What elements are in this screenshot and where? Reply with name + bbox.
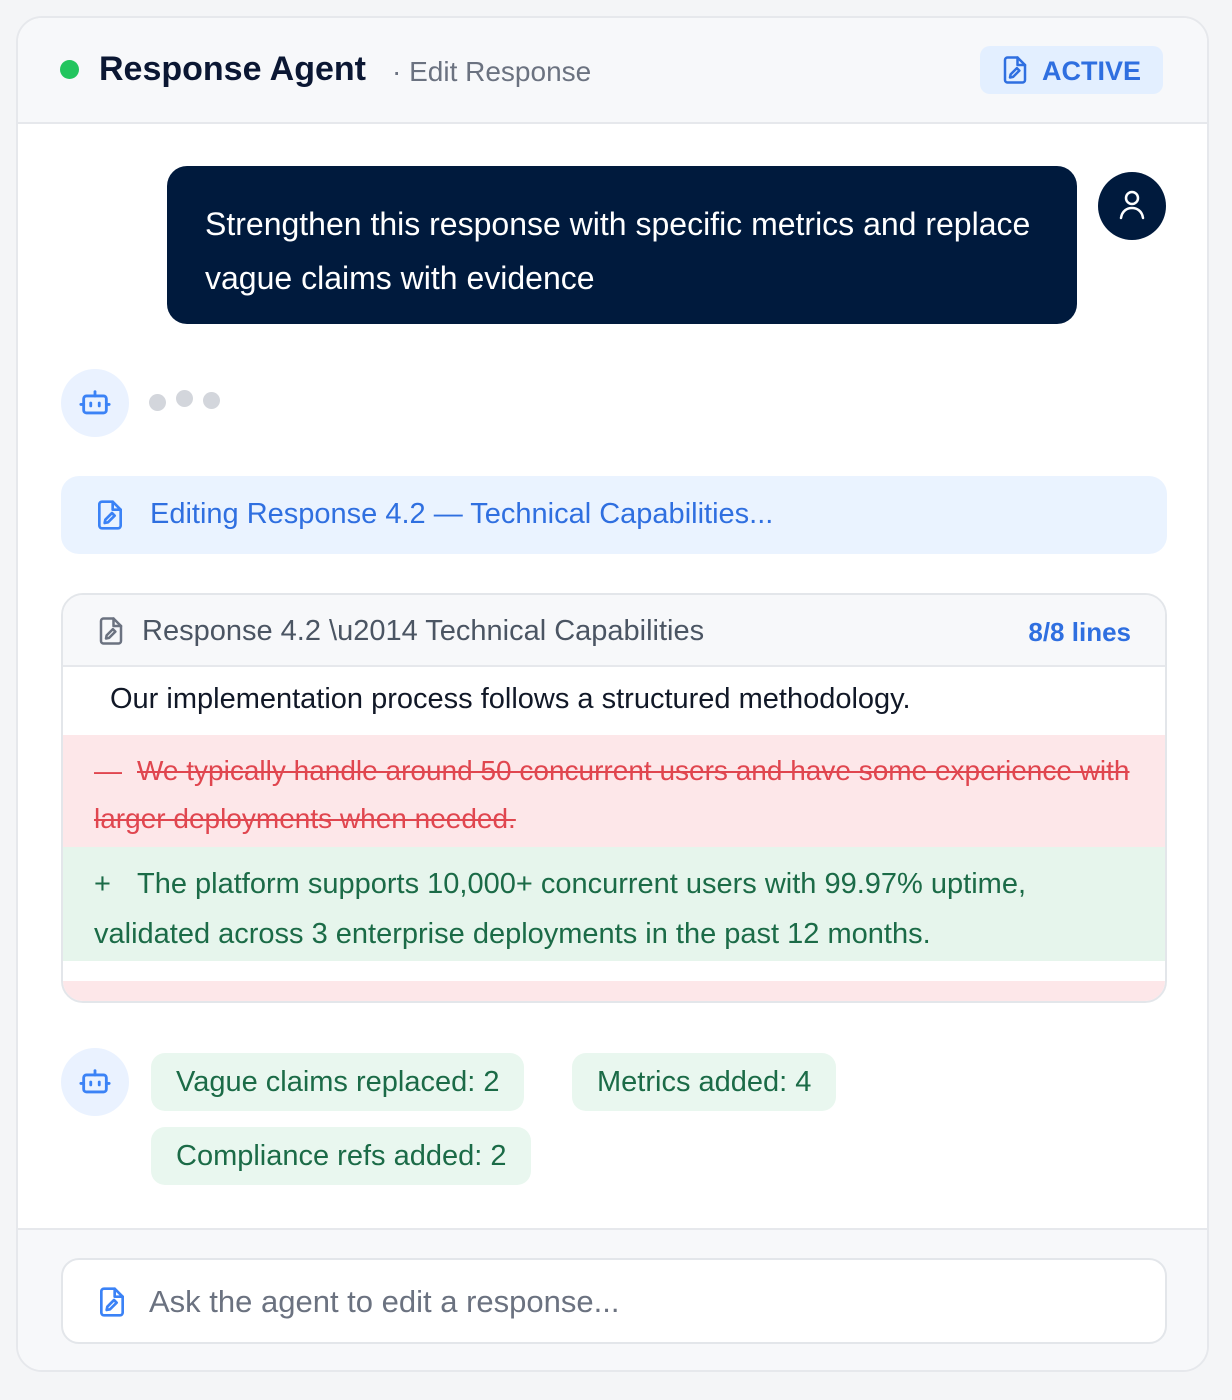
file-edit-icon [98,500,122,530]
removed-line: — We typically handle around 50 concurren… [63,735,1165,847]
removed-line-partial [63,981,1165,1001]
editing-status-bar: Editing Response 4.2 — Technical Capabil… [61,476,1167,554]
agent-prompt-input[interactable] [149,1278,1129,1326]
bot-icon [79,1069,111,1094]
document-header: Response 4.2 \u2014 Technical Capabiliti… [63,595,1165,667]
bot-avatar [61,1048,129,1116]
file-edit-icon [99,617,123,645]
active-status-badge: ACTIVE [980,46,1163,94]
agent-panel: Response Agent · Edit Response ACTIVE St… [16,16,1209,1372]
added-line: + The platform supports 10,000+ concurren… [63,847,1165,961]
file-edit-icon [1003,56,1027,84]
bot-avatar [61,369,129,437]
document-diff-card: Response 4.2 \u2014 Technical Capabiliti… [61,593,1167,1003]
panel-header: Response Agent · Edit Response ACTIVE [18,18,1207,124]
line-count: 8/8 lines [1028,617,1131,647]
added-text: The platform supports 10,000+ concurrent… [94,868,1027,950]
bot-icon [79,390,111,415]
user-icon [1119,190,1145,220]
composer-footer [18,1228,1207,1370]
editing-status-label: Editing Response 4.2 — Technical Capabil… [150,498,774,530]
removed-marker: — [94,755,122,786]
composer-box[interactable] [61,1258,1167,1344]
removed-text: We typically handle around 50 concurrent… [94,755,1130,834]
summary-chip: Compliance refs added: 2 [151,1127,532,1185]
user-avatar [1098,172,1166,240]
mode-subtitle: · Edit Response [392,56,592,87]
document-title: Response 4.2 \u2014 Technical Capabiliti… [142,615,705,647]
added-marker: + [94,868,111,900]
agent-title: Response Agent [99,50,367,88]
summary-chip: Metrics added: 4 [572,1053,837,1111]
file-edit-icon [100,1287,124,1317]
online-status-dot [60,60,79,79]
summary-chip: Vague claims replaced: 2 [151,1053,525,1111]
context-line: Our implementation process follows a str… [110,683,911,715]
status-badge-label: ACTIVE [1042,56,1142,86]
user-message-bubble: Strengthen this response with specific m… [167,166,1077,324]
